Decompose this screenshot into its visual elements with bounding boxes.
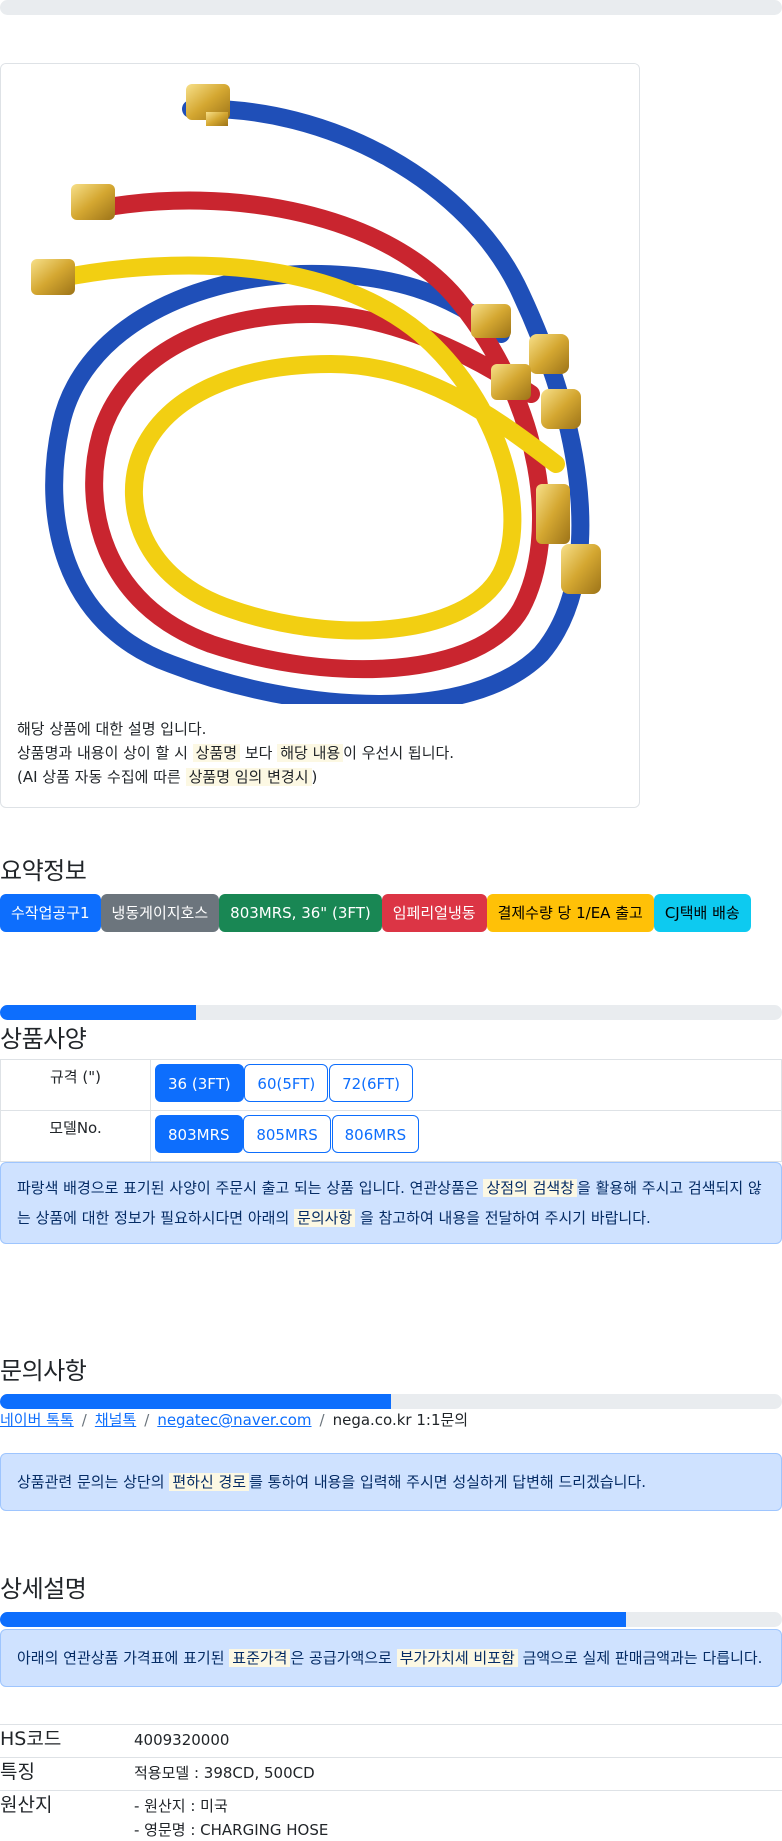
highlight-route: 편하신 경로 (169, 1473, 250, 1491)
model-option-803mrs[interactable]: 803MRS (155, 1115, 243, 1153)
highlight-inquiry: 문의사항 (294, 1209, 356, 1227)
highlight-standard-price: 표준가격 (229, 1649, 291, 1667)
detail-key-hs-code: HS코드 (0, 1724, 134, 1758)
detail-key-feature: 특징 (0, 1757, 134, 1791)
product-card: 해당 상품에 대한 설명 입니다. 상품명과 내용이 상이 할 시 상품명 보다… (0, 63, 640, 808)
spec-options-size: 36 (3FT) 60(5FT) 72(6FT) (150, 1059, 782, 1111)
description-line-3: (AI 상품 자동 수집에 따른 상품명 임의 변경시) (17, 768, 318, 786)
detail-row-hs-code: HS코드 4009320000 (0, 1724, 782, 1758)
model-option-806mrs[interactable]: 806MRS (331, 1115, 420, 1153)
badge-product-type: 냉동게이지호스 (100, 894, 220, 932)
origin-country: - 원산지 : 미국 (134, 1797, 228, 1815)
detail-value-origin: - 원산지 : 미국 - 영문명 : CHARGING HOSE (134, 1790, 782, 1841)
email-link[interactable]: negatec@naver.com (157, 1411, 311, 1429)
detail-notice: 아래의 연관상품 가격표에 표기된 표준가격 은 공급가액으로 부가가치세 비포함… (0, 1629, 782, 1687)
spec-label-size: 규격 (") (0, 1059, 151, 1111)
origin-english-name: - 영문명 : CHARGING HOSE (134, 1821, 329, 1839)
detail-row-origin: 원산지 - 원산지 : 미국 - 영문명 : CHARGING HOSE (0, 1790, 782, 1841)
naver-talk-link[interactable]: 네이버 톡톡 (0, 1411, 74, 1429)
detail-value-feature: 적용모델 : 398CD, 500CD (134, 1757, 782, 1791)
highlight-content: 해당 내용 (277, 744, 344, 762)
detail-row-feature: 특징 적용모델 : 398CD, 500CD (0, 1757, 782, 1791)
spec-title: 상품사양 (0, 1025, 87, 1053)
description-line-1: 해당 상품에 대한 설명 입니다. (17, 720, 207, 738)
inquiry-title: 문의사항 (0, 1357, 87, 1385)
product-image (1, 64, 639, 713)
inquiry-progress-fill (0, 1394, 391, 1409)
spec-table: 규격 (") 36 (3FT) 60(5FT) 72(6FT) 모델No. 80… (0, 1059, 782, 1162)
description-line-2: 상품명과 내용이 상이 할 시 상품명 보다 해당 내용 이 우선시 됩니다. (17, 744, 455, 762)
inquiry-progress-bar (0, 1394, 782, 1409)
model-option-805mrs[interactable]: 805MRS (243, 1115, 331, 1153)
top-progress-bar (0, 0, 782, 15)
spec-row-size: 규격 (") 36 (3FT) 60(5FT) 72(6FT) (0, 1059, 782, 1111)
site-inquiry-text: nega.co.kr 1:1문의 (332, 1411, 469, 1429)
spec-label-model: 모델No. (0, 1110, 151, 1162)
size-option-60[interactable]: 60(5FT) (244, 1064, 329, 1102)
badge-quantity: 결제수량 당 1/EA 출고 (486, 894, 654, 932)
summary-badges: 수작업공구1 냉동게이지호스 803MRS, 36" (3FT) 임페리얼냉동 … (0, 894, 751, 932)
highlight-vat: 부가가치세 비포함 (396, 1649, 518, 1667)
size-option-36[interactable]: 36 (3FT) (155, 1064, 244, 1102)
inquiry-notice: 상품관련 문의는 상단의 편하신 경로 를 통하여 내용을 입력해 주시면 성실하… (0, 1453, 782, 1511)
fitting-left-2 (31, 259, 75, 295)
badge-category: 수작업공구1 (0, 894, 101, 932)
spec-progress-fill (0, 1005, 196, 1020)
highlight-product-name: 상품명 (192, 744, 241, 762)
detail-title: 상세설명 (0, 1575, 87, 1603)
charging-hoses-illustration (31, 84, 601, 713)
badge-shipping: CJ택배 배송 (653, 894, 751, 932)
inquiry-links: 네이버 톡톡 / 채널톡 / negatec@naver.com / nega.co.kr … (0, 1411, 469, 1429)
fitting-top (186, 84, 230, 126)
product-description: 해당 상품에 대한 설명 입니다. 상품명과 내용이 상이 할 시 상품명 보다… (17, 717, 454, 789)
spec-notice: 파랑색 배경으로 표기된 사양이 주문시 출고 되는 상품 입니다. 연관상품은… (0, 1162, 782, 1244)
channel-talk-link[interactable]: 채널톡 (95, 1411, 136, 1429)
highlight-name-change: 상품명 임의 변경시 (185, 768, 312, 786)
detail-key-origin: 원산지 (0, 1790, 134, 1841)
detail-progress-fill (0, 1612, 626, 1627)
badge-model: 803MRS, 36" (3FT) (219, 894, 382, 932)
fitting-right-3 (536, 484, 601, 594)
spec-row-model: 모델No. 803MRS 805MRS 806MRS (0, 1110, 782, 1162)
highlight-search: 상점의 검색창 (483, 1179, 578, 1197)
fitting-left-1 (71, 184, 115, 220)
size-option-72[interactable]: 72(6FT) (329, 1064, 413, 1102)
detail-table: HS코드 4009320000 특징 적용모델 : 398CD, 500CD 원… (0, 1724, 782, 1841)
spec-progress-bar (0, 1005, 782, 1020)
detail-progress-bar (0, 1612, 782, 1627)
detail-value-hs-code: 4009320000 (134, 1724, 782, 1758)
badge-brand: 임페리얼냉동 (381, 894, 487, 932)
summary-title: 요약정보 (0, 857, 87, 885)
spec-options-model: 803MRS 805MRS 806MRS (150, 1110, 782, 1162)
